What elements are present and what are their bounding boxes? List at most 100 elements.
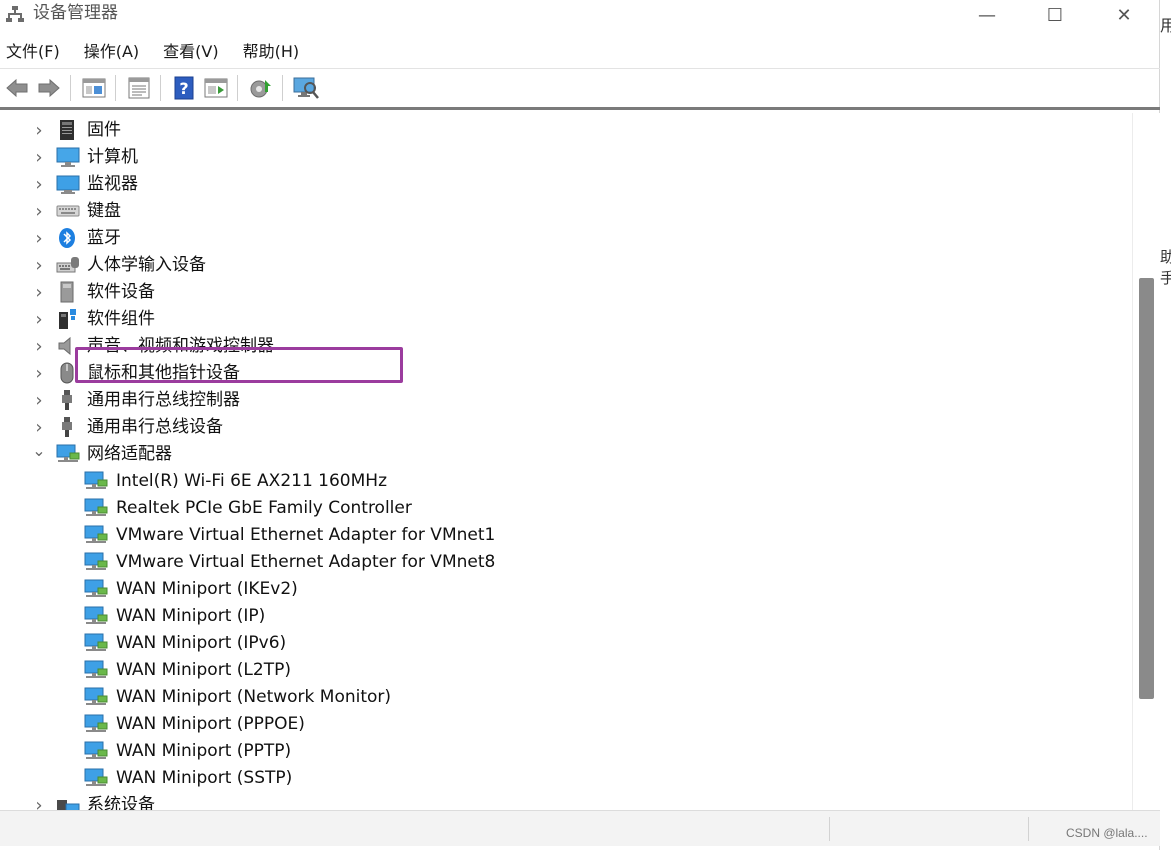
software-device-icon bbox=[56, 281, 78, 303]
vertical-scrollbar[interactable] bbox=[1132, 113, 1160, 810]
properties-icon bbox=[128, 77, 150, 99]
tree-item-label: Intel(R) Wi-Fi 6E AX211 160MHz bbox=[116, 471, 387, 491]
chevron-right-icon[interactable]: › bbox=[33, 414, 45, 441]
highlight-box bbox=[75, 347, 403, 383]
toolbar-separator bbox=[282, 75, 283, 101]
toolbar-separator bbox=[115, 75, 116, 101]
minimize-button[interactable]: — bbox=[958, 0, 1016, 30]
properties-button[interactable] bbox=[124, 73, 154, 103]
background-window-text: 用 bbox=[1160, 16, 1171, 35]
menu-bar: 文件(F) 操作(A) 查看(V) 帮助(H) bbox=[0, 36, 307, 68]
chevron-right-icon[interactable]: › bbox=[33, 792, 45, 810]
network-adapter-icon bbox=[84, 497, 108, 519]
status-divider bbox=[1028, 817, 1029, 841]
chevron-right-icon[interactable]: › bbox=[33, 198, 45, 225]
network-adapter-icon bbox=[56, 443, 80, 465]
chevron-right-icon[interactable]: › bbox=[33, 306, 45, 333]
scrollbar-thumb[interactable] bbox=[1139, 278, 1154, 699]
back-arrow-icon bbox=[6, 78, 28, 98]
tree-item-label: WAN Miniport (Network Monitor) bbox=[116, 687, 392, 707]
chevron-down-icon[interactable]: ⌄ bbox=[32, 441, 45, 468]
tree-item-label: 蓝牙 bbox=[87, 228, 121, 248]
network-adapter-icon bbox=[84, 551, 108, 573]
help-button[interactable]: ? bbox=[169, 73, 199, 103]
tree-item-label: 网络适配器 bbox=[87, 444, 172, 464]
close-button[interactable]: ✕ bbox=[1095, 0, 1153, 30]
minimize-icon: — bbox=[978, 4, 996, 26]
network-adapter-icon bbox=[84, 524, 108, 546]
status-divider bbox=[829, 817, 830, 841]
device-tree[interactable]: › 固件 › 计算机 › 监视器 › 键盘 › 蓝牙 › 人体学输入设备 › 软件设备 › 软件组件 › 声音、视… bbox=[0, 113, 1132, 810]
tree-item-label: WAN Miniport (IPv6) bbox=[116, 633, 287, 653]
tree-item-label: 软件组件 bbox=[87, 309, 155, 329]
network-adapter-icon bbox=[84, 470, 108, 492]
tree-item-label: 监视器 bbox=[87, 174, 138, 194]
chevron-right-icon[interactable]: › bbox=[33, 225, 45, 252]
software-component-icon bbox=[56, 308, 78, 330]
tree-item-label: WAN Miniport (L2TP) bbox=[116, 660, 291, 680]
update-driver-icon bbox=[250, 80, 271, 98]
chevron-right-icon[interactable]: › bbox=[33, 252, 45, 279]
keyboard-icon bbox=[56, 200, 80, 222]
help-icon: ? bbox=[174, 76, 194, 100]
update-driver-button[interactable] bbox=[246, 73, 276, 103]
maximize-button[interactable]: ☐ bbox=[1026, 0, 1084, 30]
toolbar-separator bbox=[237, 75, 238, 101]
maximize-icon: ☐ bbox=[1046, 4, 1064, 26]
monitor-icon bbox=[56, 173, 80, 195]
tree-item-label: 人体学输入设备 bbox=[87, 255, 206, 275]
show-hide-console-tree-button[interactable] bbox=[79, 73, 109, 103]
usb-icon bbox=[56, 416, 78, 438]
usb-icon bbox=[56, 389, 78, 411]
tree-item-label: WAN Miniport (PPTP) bbox=[116, 741, 292, 761]
firmware-icon bbox=[56, 119, 78, 141]
tree-item-label: 键盘 bbox=[87, 201, 121, 221]
chevron-right-icon[interactable]: › bbox=[33, 333, 45, 360]
menu-view[interactable]: 查看(V) bbox=[155, 37, 226, 67]
menu-help[interactable]: 帮助(H) bbox=[235, 37, 308, 67]
network-adapter-icon bbox=[84, 659, 108, 681]
status-bar bbox=[0, 810, 1160, 846]
chevron-right-icon[interactable]: › bbox=[33, 360, 45, 387]
chevron-right-icon[interactable]: › bbox=[33, 279, 45, 306]
tree-item-label: 软件设备 bbox=[87, 282, 155, 302]
network-adapter-icon bbox=[84, 686, 108, 708]
watermark: CSDN @lala.... bbox=[1066, 826, 1148, 840]
network-adapter-icon bbox=[84, 632, 108, 654]
device-manager-app-icon bbox=[6, 6, 24, 22]
computer-icon bbox=[56, 146, 80, 168]
chevron-right-icon[interactable]: › bbox=[33, 387, 45, 414]
network-adapter-icon bbox=[84, 767, 108, 789]
menu-action[interactable]: 操作(A) bbox=[76, 37, 147, 67]
toolbar-separator bbox=[160, 75, 161, 101]
tree-item-label: WAN Miniport (PPPOE) bbox=[116, 714, 305, 734]
show-action-pane-icon bbox=[204, 78, 228, 98]
chevron-right-icon[interactable]: › bbox=[33, 117, 45, 144]
chevron-right-icon[interactable]: › bbox=[33, 144, 45, 171]
svg-text:?: ? bbox=[179, 79, 188, 98]
show-action-pane-button[interactable] bbox=[201, 73, 231, 103]
background-window-text: 助手 bbox=[1160, 248, 1171, 287]
device-manager-window: 设备管理器 — ☐ ✕ 文件(F) 操作(A) 查看(V) 帮助(H) ? › … bbox=[0, 0, 1160, 850]
close-icon: ✕ bbox=[1116, 4, 1132, 26]
tree-item-label: 计算机 bbox=[87, 147, 138, 167]
network-adapter-icon bbox=[84, 713, 108, 735]
back-button[interactable] bbox=[2, 73, 32, 103]
tree-item-label: WAN Miniport (SSTP) bbox=[116, 768, 293, 788]
tree-item-label: WAN Miniport (IP) bbox=[116, 606, 266, 626]
scan-hardware-changes-icon bbox=[293, 77, 319, 99]
window-title: 设备管理器 bbox=[33, 3, 118, 23]
tree-item-label: VMware Virtual Ethernet Adapter for VMne… bbox=[116, 552, 496, 572]
toolbar: ? bbox=[0, 68, 1160, 110]
menu-file[interactable]: 文件(F) bbox=[0, 37, 68, 67]
tree-item-label: WAN Miniport (IKEv2) bbox=[116, 579, 298, 599]
forward-arrow-icon bbox=[38, 78, 60, 98]
tree-item-label: 固件 bbox=[87, 120, 121, 140]
chevron-right-icon[interactable]: › bbox=[33, 171, 45, 198]
scan-hardware-changes-button[interactable] bbox=[291, 73, 321, 103]
network-adapter-icon bbox=[84, 578, 108, 600]
title-bar[interactable]: 设备管理器 — ☐ ✕ bbox=[0, 0, 1160, 34]
forward-button[interactable] bbox=[34, 73, 64, 103]
show-hide-console-tree-icon bbox=[82, 78, 106, 98]
tree-item-label: VMware Virtual Ethernet Adapter for VMne… bbox=[116, 525, 496, 545]
